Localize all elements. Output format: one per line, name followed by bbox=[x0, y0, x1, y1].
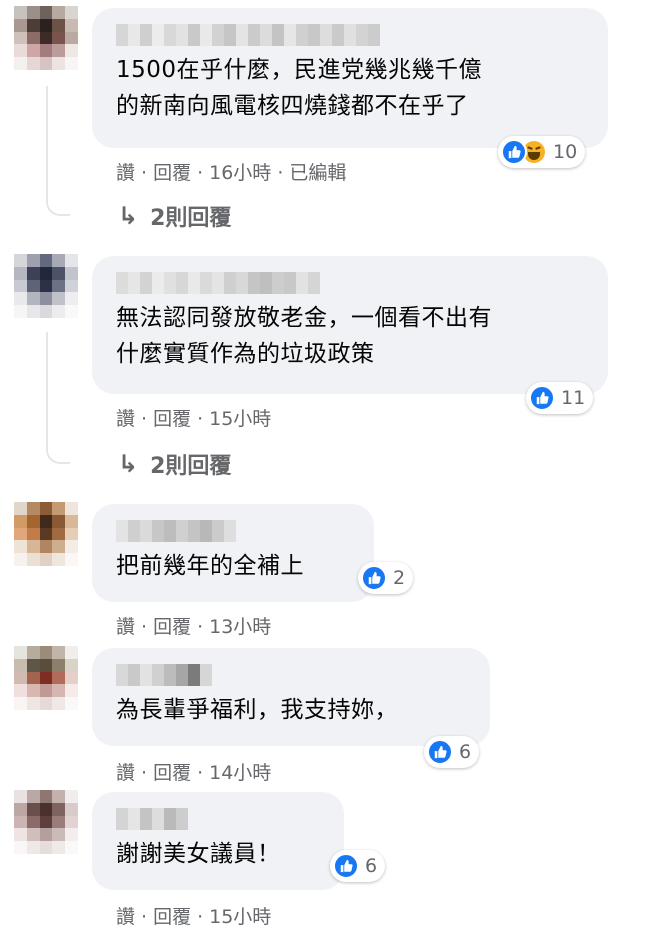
comment-bubble: 無法認同發放敬老金，一個看不出有 什麼實質作為的垃圾政策 bbox=[92, 256, 608, 394]
timestamp[interactable]: 14小時 bbox=[209, 762, 271, 784]
comment-actions: 讚 · 回覆 · 15小時 bbox=[116, 408, 272, 430]
reaction-summary[interactable]: 10 bbox=[498, 136, 586, 168]
comment-bubble: 為長輩爭福利，我支持妳， bbox=[92, 648, 490, 746]
view-replies-button[interactable]: ↳ 2則回覆 bbox=[118, 200, 231, 232]
reaction-count: 2 bbox=[393, 567, 406, 589]
like-button[interactable]: 讚 bbox=[116, 762, 135, 784]
comment-text-line: 的新南向風電核四燒錢都不在乎了 bbox=[116, 93, 469, 119]
like-icon bbox=[333, 853, 359, 879]
replies-label: 2則回覆 bbox=[150, 454, 232, 479]
timestamp[interactable]: 15小時 bbox=[209, 408, 271, 430]
comment-text-line: 無法認同發放敬老金，一個看不出有 bbox=[116, 305, 492, 331]
reply-thread-line bbox=[46, 332, 70, 464]
author-name-blurred[interactable] bbox=[116, 272, 584, 294]
reaction-summary[interactable]: 11 bbox=[526, 382, 594, 414]
like-button[interactable]: 讚 bbox=[116, 906, 135, 928]
reply-button[interactable]: 回覆 bbox=[153, 906, 191, 928]
reaction-count: 6 bbox=[365, 855, 378, 877]
timestamp[interactable]: 16小時 bbox=[209, 162, 271, 184]
reply-button[interactable]: 回覆 bbox=[153, 762, 191, 784]
author-name-blurred[interactable] bbox=[116, 520, 350, 542]
avatar[interactable] bbox=[14, 6, 78, 70]
like-button[interactable]: 讚 bbox=[116, 616, 135, 638]
edited-label[interactable]: 已編輯 bbox=[289, 162, 346, 184]
comment-text-line: 把前幾年的全補上 bbox=[116, 553, 304, 579]
comment-text-line: 謝謝美女議員！ bbox=[116, 841, 281, 867]
comment-bubble: 把前幾年的全補上 bbox=[92, 504, 374, 602]
like-button[interactable]: 讚 bbox=[116, 408, 135, 430]
view-replies-button[interactable]: ↳ 2則回覆 bbox=[118, 448, 231, 480]
comment-actions: 讚 · 回覆 · 15小時 bbox=[116, 906, 272, 928]
avatar[interactable] bbox=[14, 254, 78, 318]
reply-button[interactable]: 回覆 bbox=[153, 408, 191, 430]
comment-text-line: 什麼實質作為的垃圾政策 bbox=[116, 341, 375, 367]
reply-thread-line bbox=[46, 86, 70, 216]
reaction-summary[interactable]: 2 bbox=[358, 562, 414, 594]
timestamp[interactable]: 13小時 bbox=[209, 616, 271, 638]
comment-actions: 讚 · 回覆 · 16小時 · 已編輯 bbox=[116, 162, 347, 184]
like-icon bbox=[501, 139, 527, 165]
comment-text-line: 為長輩爭福利，我支持妳， bbox=[116, 697, 398, 723]
avatar[interactable] bbox=[14, 790, 78, 854]
comment-text-line: 1500在乎什麼，民進党幾兆幾千億 bbox=[116, 57, 483, 83]
like-button[interactable]: 讚 bbox=[116, 162, 135, 184]
reaction-count: 11 bbox=[561, 387, 586, 409]
author-name-blurred[interactable] bbox=[116, 664, 466, 686]
author-name-blurred[interactable] bbox=[116, 24, 584, 46]
reaction-summary[interactable]: 6 bbox=[330, 850, 386, 882]
reply-button[interactable]: 回覆 bbox=[153, 162, 191, 184]
reaction-summary[interactable]: 6 bbox=[424, 736, 480, 768]
author-name-blurred[interactable] bbox=[116, 808, 320, 830]
comment-bubble: 謝謝美女議員！ bbox=[92, 792, 344, 890]
reply-arrow-icon: ↳ bbox=[118, 450, 139, 478]
comment-actions: 讚 · 回覆 · 13小時 bbox=[116, 616, 272, 638]
reply-arrow-icon: ↳ bbox=[118, 202, 139, 230]
replies-label: 2則回覆 bbox=[150, 206, 232, 231]
like-icon bbox=[427, 739, 453, 765]
comment-actions: 讚 · 回覆 · 14小時 bbox=[116, 762, 272, 784]
avatar[interactable] bbox=[14, 502, 78, 566]
reply-button[interactable]: 回覆 bbox=[153, 616, 191, 638]
reaction-count: 6 bbox=[459, 741, 472, 763]
like-icon bbox=[361, 565, 387, 591]
avatar[interactable] bbox=[14, 646, 78, 710]
reaction-count: 10 bbox=[553, 141, 578, 163]
comment-bubble: 1500在乎什麼，民進党幾兆幾千億 的新南向風電核四燒錢都不在乎了 bbox=[92, 8, 608, 148]
timestamp[interactable]: 15小時 bbox=[209, 906, 271, 928]
like-icon bbox=[529, 385, 555, 411]
